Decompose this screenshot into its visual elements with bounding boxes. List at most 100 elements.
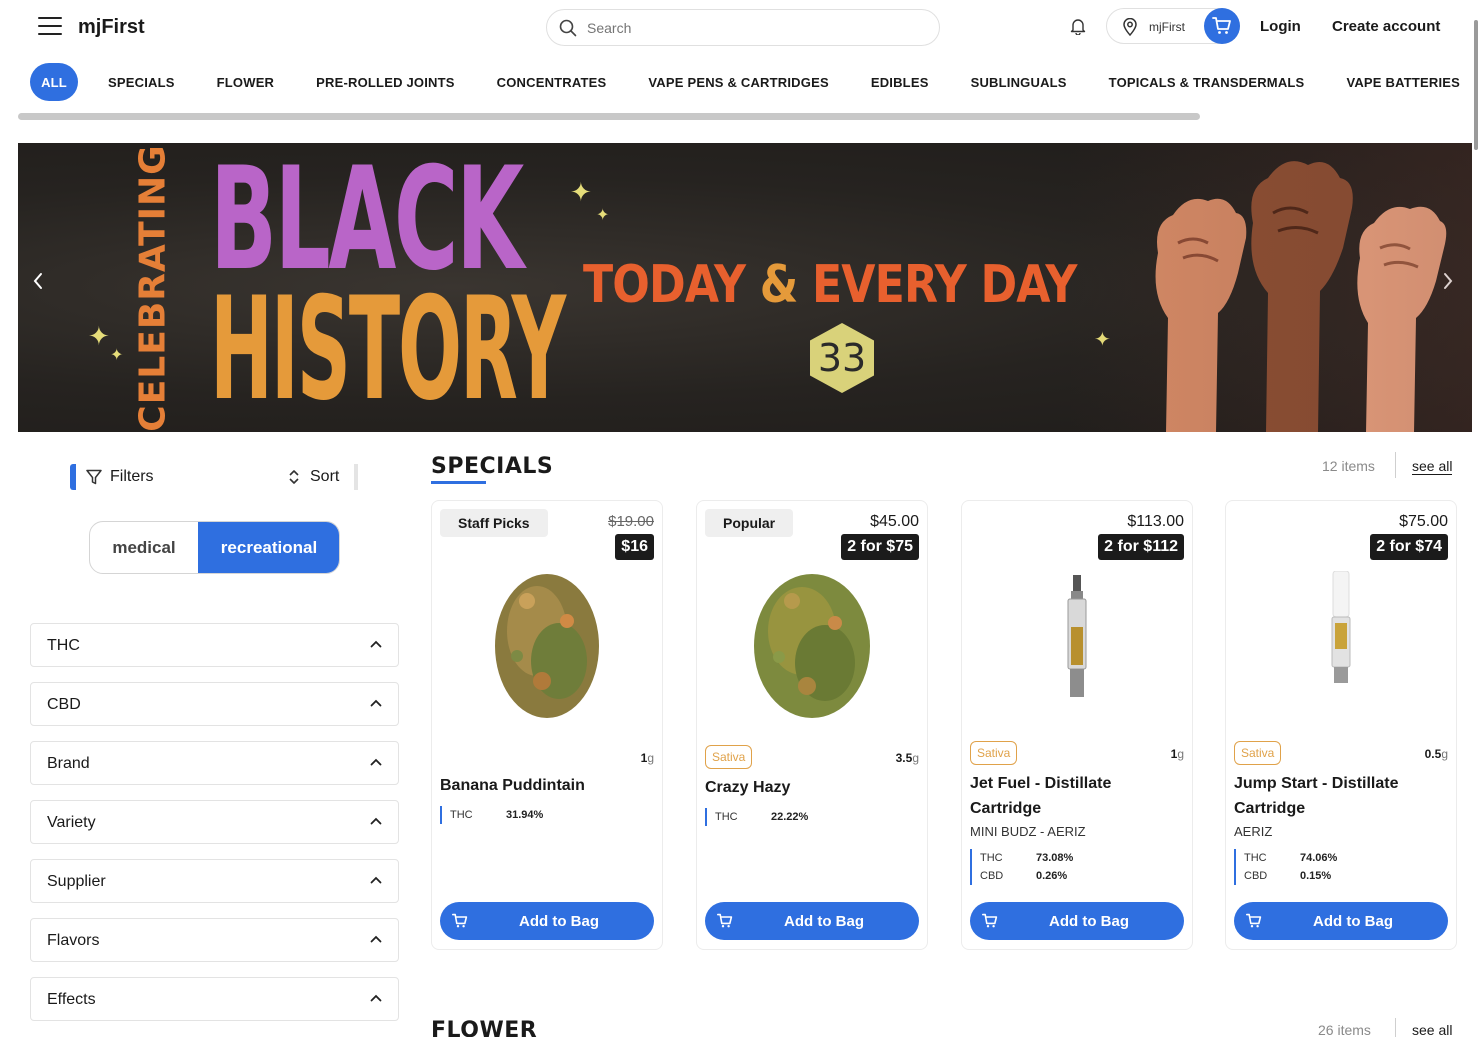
flower-see-all-link[interactable]: see all	[1412, 1022, 1452, 1037]
flower-section-title: FLOWER	[431, 1018, 538, 1037]
facet-effects[interactable]: Effects	[30, 977, 399, 1021]
chevron-up-icon	[370, 640, 382, 648]
facet-label: THC	[47, 637, 80, 654]
product-card[interactable]: Popular $45.00 2 for $75 Sativa 3.5g Cra…	[696, 500, 928, 950]
product-name: Banana Puddintain	[440, 777, 585, 794]
facet-label: Effects	[47, 991, 96, 1008]
login-link[interactable]: Login	[1260, 18, 1301, 35]
thc-value: 73.08%	[1036, 852, 1074, 864]
vape-cartridge-image	[1331, 571, 1351, 683]
flower-bud-image	[495, 574, 599, 718]
facet-label: Flavors	[47, 932, 100, 949]
add-to-bag-button[interactable]: Add to Bag	[970, 902, 1184, 940]
product-weight: 1g	[1170, 747, 1184, 761]
strain-type-tag: Sativa	[970, 741, 1018, 765]
cannabinoid-info: THC 73.08% CBD 0.26%	[970, 849, 1073, 885]
filters-button[interactable]: Filters	[70, 464, 154, 490]
toggle-recreational[interactable]: recreational	[198, 522, 339, 573]
product-card[interactable]: Staff Picks $19.00 $16 1g Banana Puddint…	[431, 500, 663, 950]
sparkle-icon: ✦	[88, 321, 110, 351]
add-to-bag-label: Add to Bag	[784, 913, 864, 930]
product-card[interactable]: $75.00 2 for $74 Sativa 0.5g Jump Start …	[1225, 500, 1457, 950]
bell-icon[interactable]	[1070, 17, 1086, 35]
specials-see-all-link[interactable]: see all	[1412, 458, 1453, 475]
search-box[interactable]	[546, 9, 940, 46]
thc-label: THC	[980, 852, 1003, 864]
product-badge: Popular	[705, 509, 794, 537]
banner-tagline-amp: &	[759, 255, 799, 315]
product-brand: MINI BUDZ - AERIZ	[970, 824, 1086, 839]
strain-type-tag: Sativa	[705, 745, 753, 769]
funnel-icon	[86, 469, 102, 485]
specials-section-title: SPECIALS	[431, 454, 554, 479]
category-tab-vape-pens[interactable]: VAPE PENS & CARTRIDGES	[648, 75, 828, 90]
product-price: $45.00	[870, 513, 919, 530]
medical-recreational-toggle: medical recreational	[89, 521, 340, 574]
facet-supplier[interactable]: Supplier	[30, 859, 399, 903]
sort-icon	[289, 470, 299, 484]
category-tab-topicals[interactable]: TOPICALS & TRANSDERMALS	[1109, 75, 1305, 90]
flower-bud-image	[754, 574, 870, 718]
product-weight: 0.5g	[1424, 747, 1448, 761]
banner-tagline-left: TODAY	[583, 255, 746, 315]
cbd-label: CBD	[980, 870, 1004, 882]
category-tab-flower[interactable]: FLOWER	[217, 75, 275, 90]
category-nav: ALL SPECIALS FLOWER PRE-ROLLED JOINTS CO…	[30, 63, 1460, 101]
add-to-bag-label: Add to Bag	[1049, 913, 1129, 930]
category-tab-vape-batteries[interactable]: VAPE BATTERIES	[1346, 75, 1460, 90]
facet-variety[interactable]: Variety	[30, 800, 399, 844]
sort-label: Sort	[310, 468, 340, 485]
chevron-up-icon	[370, 994, 382, 1002]
category-tab-sublinguals[interactable]: SUBLINGUALS	[971, 75, 1067, 90]
filters-label: Filters	[110, 468, 154, 485]
chevron-up-icon	[370, 876, 382, 884]
product-card[interactable]: $113.00 2 for $112 Sativa 1g Jet Fuel - …	[961, 500, 1193, 950]
chevron-up-icon	[370, 817, 382, 825]
category-tab-edibles[interactable]: EDIBLES	[871, 75, 929, 90]
product-original-price: $19.00	[608, 513, 654, 530]
search-input[interactable]	[587, 18, 917, 38]
facet-cbd[interactable]: CBD	[30, 682, 399, 726]
thc-label: THC	[1244, 852, 1267, 864]
banner-prev-arrow-icon[interactable]	[32, 271, 44, 291]
add-to-bag-button[interactable]: Add to Bag	[1234, 902, 1448, 940]
strain-type-tag: Sativa	[1234, 741, 1282, 765]
toggle-medical[interactable]: medical	[90, 522, 198, 573]
product-name: Crazy Hazy	[705, 779, 791, 796]
menu-icon[interactable]	[38, 17, 62, 35]
cbd-value: 0.26%	[1036, 870, 1068, 882]
category-tab-concentrates[interactable]: CONCENTRATES	[497, 75, 607, 90]
chevron-up-icon	[370, 935, 382, 943]
product-weight: 1g	[640, 751, 654, 765]
category-tab-pre-rolled-joints[interactable]: PRE-ROLLED JOINTS	[316, 75, 454, 90]
create-account-link[interactable]: Create account	[1332, 18, 1440, 35]
category-nav-scrollbar[interactable]	[18, 113, 1200, 120]
banner-tagline-right: EVERY DAY	[811, 255, 1077, 315]
facet-thc[interactable]: THC	[30, 623, 399, 667]
facet-flavors[interactable]: Flavors	[30, 918, 399, 962]
add-to-bag-button[interactable]: Add to Bag	[705, 902, 919, 940]
product-deal-price: 2 for $74	[1370, 534, 1448, 560]
facet-label: Brand	[47, 755, 90, 772]
cart-icon	[1212, 17, 1231, 34]
sort-button[interactable]: Sort	[284, 464, 358, 490]
product-name: Jump Start - Distillate Cartridge	[1234, 775, 1399, 817]
cart-button[interactable]	[1204, 8, 1240, 44]
facet-label: CBD	[47, 696, 81, 713]
location-pin-icon	[1123, 18, 1137, 36]
category-tab-all[interactable]: ALL	[30, 63, 78, 101]
sparkle-icon: ✦	[570, 177, 592, 207]
page-scrollbar[interactable]	[1474, 20, 1478, 150]
chevron-up-icon	[370, 699, 382, 707]
chevron-up-icon	[370, 758, 382, 766]
raised-fists-illustration	[1155, 161, 1447, 432]
facet-brand[interactable]: Brand	[30, 741, 399, 785]
section-title-underline	[431, 481, 486, 484]
banner-next-arrow-icon[interactable]	[1442, 271, 1454, 291]
cannabinoid-info: THC 22.22%	[705, 808, 808, 826]
promo-banner[interactable]: CELEBRATING BLACK HISTORY TODAY & EVERY …	[18, 143, 1472, 432]
brand-logo-text[interactable]: mjFirst	[78, 16, 145, 39]
facet-label: Supplier	[47, 873, 106, 890]
add-to-bag-button[interactable]: Add to Bag	[440, 902, 654, 940]
category-tab-specials[interactable]: SPECIALS	[108, 75, 175, 90]
